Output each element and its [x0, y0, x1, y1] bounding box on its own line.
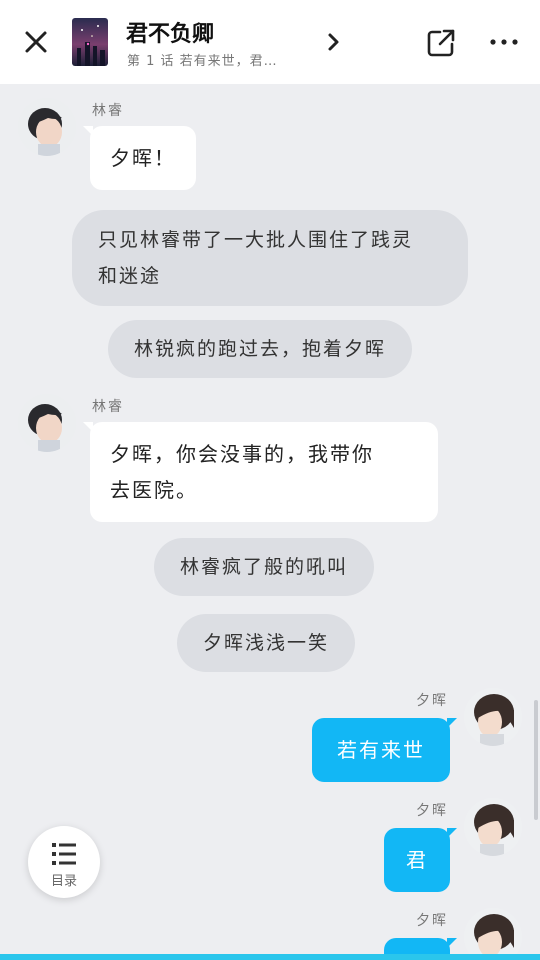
narration-bubble: 夕晖浅浅一笑	[177, 614, 356, 672]
message-bubble: 若有来世	[312, 718, 457, 782]
episode-subtitle: 第 1 话 若有来世，君…	[127, 54, 278, 69]
sender-name: 夕晖	[416, 693, 448, 709]
message-text-line: 去医院。	[110, 478, 198, 502]
sender-name: 林睿	[92, 399, 124, 415]
story-title: 君不负卿	[126, 22, 215, 47]
sender-name: 林睿	[92, 103, 124, 119]
toc-label: 目录	[50, 874, 77, 889]
message-bubble: 夕晖！	[83, 126, 196, 190]
narration-text-line: 和迷途	[98, 265, 162, 287]
more-options-icon[interactable]	[488, 32, 520, 52]
chat-area[interactable]: 林睿 夕晖！ 只见林睿带了一大批人围住了践灵 和迷途 林锐疯的跑过去，抱着夕晖 …	[0, 84, 540, 954]
list-icon	[52, 843, 76, 865]
story-cover-image[interactable]	[72, 18, 108, 66]
avatar-xihui[interactable]	[464, 798, 522, 856]
message-text-line: 夕晖，你会没事的，我带你	[110, 442, 374, 466]
close-icon[interactable]	[20, 26, 52, 58]
avatar-linrui[interactable]	[18, 98, 76, 156]
message-text: 夕晖！	[110, 146, 176, 170]
share-icon[interactable]	[424, 26, 458, 60]
avatar-xihui[interactable]	[464, 908, 522, 954]
narration-bubble: 林锐疯的跑过去，抱着夕晖	[108, 320, 413, 378]
scrollbar[interactable]	[534, 700, 538, 820]
chevron-right-icon[interactable]	[322, 28, 346, 56]
sender-name: 夕晖	[416, 803, 448, 819]
message-bubble: 君	[384, 828, 457, 892]
narration-bubble: 林睿疯了般的吼叫	[154, 538, 375, 596]
narration-text-line: 只见林睿带了一大批人围住了践灵	[98, 229, 414, 251]
message-bubble	[384, 938, 457, 954]
message-text: 君	[406, 848, 428, 872]
narration-text: 夕晖浅浅一笑	[203, 632, 330, 654]
narration-text: 林睿疯了般的吼叫	[180, 556, 349, 578]
sender-name: 夕晖	[416, 913, 448, 929]
top-bar: 君不负卿 第 1 话 若有来世，君…	[0, 0, 540, 84]
message-bubble: 夕晖，你会没事的，我带你 去医院。	[83, 422, 438, 522]
bottom-progress-bar	[0, 954, 540, 960]
narration-text: 林锐疯的跑过去，抱着夕晖	[134, 338, 387, 360]
avatar-linrui[interactable]	[18, 394, 76, 452]
message-text: 若有来世	[337, 738, 425, 762]
narration-bubble: 只见林睿带了一大批人围住了践灵 和迷途	[72, 210, 468, 306]
avatar-xihui[interactable]	[464, 688, 522, 746]
table-of-contents-button[interactable]: 目录	[28, 826, 100, 898]
